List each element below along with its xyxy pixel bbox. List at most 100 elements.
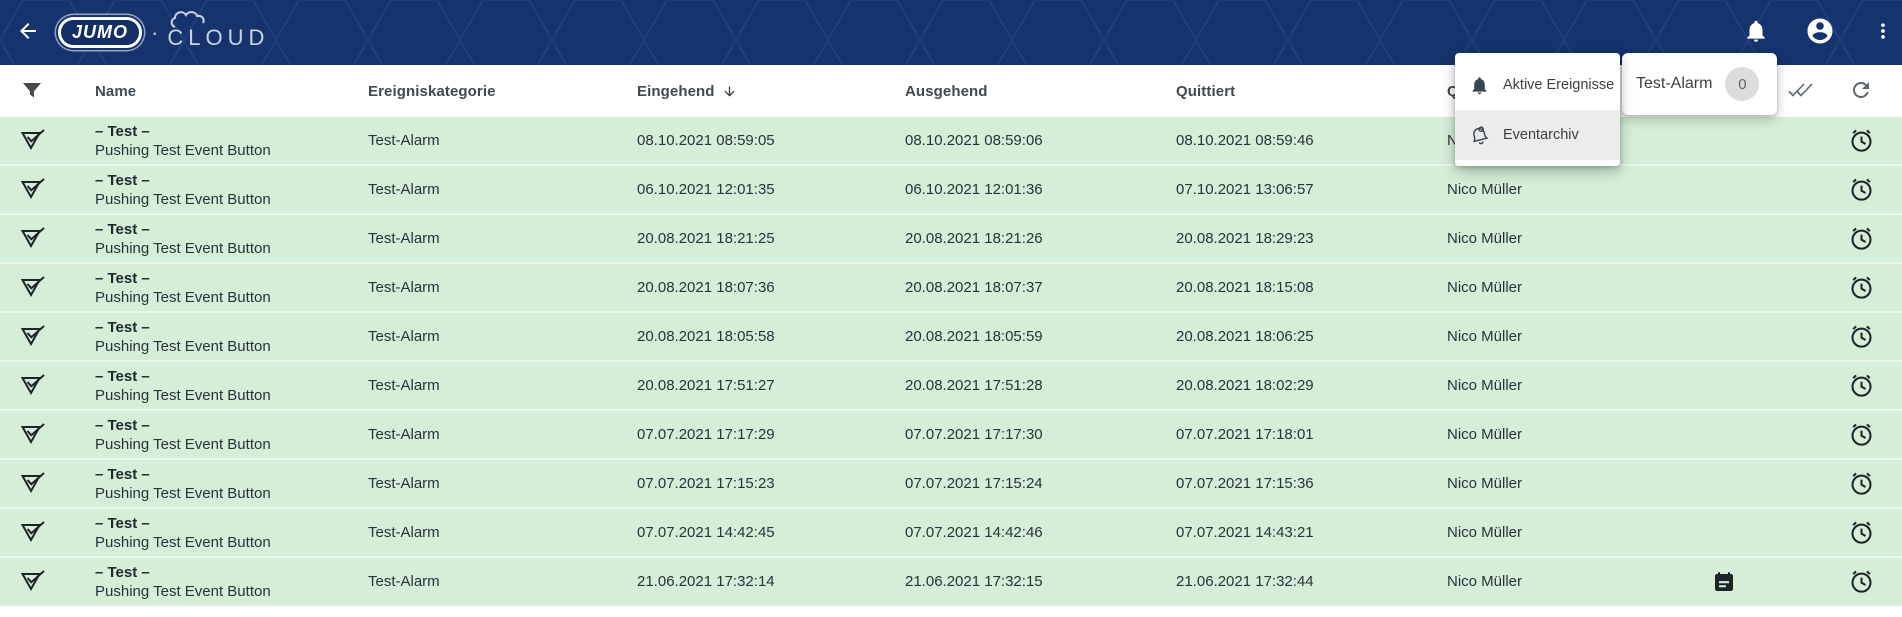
event-description: Pushing Test Event Button	[95, 484, 271, 503]
column-header-category[interactable]: Ereigniskategorie	[368, 65, 496, 117]
alarm-clock-icon[interactable]	[1848, 411, 1878, 458]
event-category: Test-Alarm	[368, 411, 440, 458]
alarm-clock-icon[interactable]	[1848, 558, 1878, 605]
category-filter-popup: Test-Alarm 0	[1622, 53, 1777, 115]
event-category: Test-Alarm	[368, 166, 440, 213]
event-outgoing-time: 07.07.2021 17:17:30	[905, 411, 1043, 458]
event-name-cell: – Test – Pushing Test Event Button	[95, 117, 271, 164]
event-state-triangle-check-icon	[19, 264, 49, 311]
arrow-left-icon	[16, 19, 40, 46]
event-description: Pushing Test Event Button	[95, 190, 271, 209]
event-state-triangle-check-icon	[19, 509, 49, 556]
column-header-name[interactable]: Name	[95, 65, 136, 117]
table-row[interactable]: – Test – Pushing Test Event Button Test-…	[0, 264, 1902, 313]
table-row[interactable]: – Test – Pushing Test Event Button Test-…	[0, 509, 1902, 558]
event-acknowledged-time: 07.10.2021 13:06:57	[1176, 166, 1314, 213]
event-title: – Test –	[95, 318, 150, 337]
table-row[interactable]: – Test – Pushing Test Event Button Test-…	[0, 362, 1902, 411]
event-description: Pushing Test Event Button	[95, 582, 271, 601]
calendar-icon[interactable]	[1712, 558, 1740, 605]
event-title: – Test –	[95, 563, 150, 582]
event-acknowledged-time: 07.07.2021 17:15:36	[1176, 460, 1314, 507]
brand-separator: ·	[151, 20, 158, 46]
event-name-cell: – Test – Pushing Test Event Button	[95, 509, 271, 556]
event-name-cell: – Test – Pushing Test Event Button	[95, 460, 271, 507]
event-acknowledged-by: Nico Müller	[1447, 411, 1522, 458]
event-outgoing-time: 20.08.2021 18:07:37	[905, 264, 1043, 311]
event-acknowledged-time: 08.10.2021 08:59:46	[1176, 117, 1314, 164]
category-chip-label[interactable]: Test-Alarm	[1636, 75, 1712, 93]
table-row[interactable]: – Test – Pushing Test Event Button Test-…	[0, 460, 1902, 509]
menu-item-active-events[interactable]: Aktive Ereignisse	[1455, 60, 1620, 110]
event-title: – Test –	[95, 465, 150, 484]
event-name-cell: – Test – Pushing Test Event Button	[95, 313, 271, 360]
event-state-triangle-check-icon	[19, 558, 49, 605]
event-name-cell: – Test – Pushing Test Event Button	[95, 264, 271, 311]
filter-button[interactable]	[20, 79, 44, 103]
event-acknowledged-time: 20.08.2021 18:02:29	[1176, 362, 1314, 409]
account-button[interactable]	[1802, 0, 1838, 65]
column-header-incoming[interactable]: Eingehend	[637, 65, 737, 117]
event-title: – Test –	[95, 367, 150, 386]
event-acknowledged-time: 20.08.2021 18:29:23	[1176, 215, 1314, 262]
cloud-wordmark: CLOUD	[167, 15, 269, 51]
event-title: – Test –	[95, 220, 150, 239]
acknowledge-all-button[interactable]	[1780, 75, 1820, 107]
event-incoming-time: 06.10.2021 12:01:35	[637, 166, 775, 213]
column-header-acknowledged[interactable]: Quittiert	[1176, 65, 1235, 117]
refresh-button[interactable]	[1841, 75, 1881, 107]
event-acknowledged-time: 20.08.2021 18:15:08	[1176, 264, 1314, 311]
category-count-badge: 0	[1725, 67, 1759, 101]
table-row[interactable]: – Test – Pushing Test Event Button Test-…	[0, 411, 1902, 460]
more-menu-button[interactable]	[1868, 0, 1898, 65]
table-row[interactable]: – Test – Pushing Test Event Button Test-…	[0, 313, 1902, 362]
event-incoming-time: 20.08.2021 18:07:36	[637, 264, 775, 311]
event-state-triangle-check-icon	[19, 411, 49, 458]
table-row[interactable]: – Test – Pushing Test Event Button Test-…	[0, 215, 1902, 264]
alarm-clock-icon[interactable]	[1848, 215, 1878, 262]
event-category: Test-Alarm	[368, 264, 440, 311]
event-state-triangle-check-icon	[19, 460, 49, 507]
event-category: Test-Alarm	[368, 117, 440, 164]
event-name-cell: – Test – Pushing Test Event Button	[95, 215, 271, 262]
event-state-triangle-check-icon	[19, 117, 49, 164]
event-description: Pushing Test Event Button	[95, 386, 271, 405]
event-incoming-time: 07.07.2021 14:42:45	[637, 509, 775, 556]
back-button[interactable]	[8, 0, 48, 65]
alarm-clock-icon[interactable]	[1848, 117, 1878, 164]
cloud-icon	[169, 6, 215, 33]
table-body: – Test – Pushing Test Event Button Test-…	[0, 117, 1902, 607]
event-state-triangle-check-icon	[19, 215, 49, 262]
event-description: Pushing Test Event Button	[95, 141, 271, 160]
event-acknowledged-by: Nico Müller	[1447, 166, 1522, 213]
table-row[interactable]: – Test – Pushing Test Event Button Test-…	[0, 558, 1902, 607]
brand-logo: JUMO · CLOUD	[58, 0, 269, 65]
alarm-clock-icon[interactable]	[1848, 460, 1878, 507]
event-outgoing-time: 20.08.2021 17:51:28	[905, 362, 1043, 409]
event-name-cell: – Test – Pushing Test Event Button	[95, 411, 271, 458]
event-title: – Test –	[95, 122, 150, 141]
event-category: Test-Alarm	[368, 558, 440, 605]
event-incoming-time: 20.08.2021 18:21:25	[637, 215, 775, 262]
table-row[interactable]: – Test – Pushing Test Event Button Test-…	[0, 166, 1902, 215]
event-acknowledged-by: Nico Müller	[1447, 215, 1522, 262]
alarm-clock-icon[interactable]	[1848, 264, 1878, 311]
event-acknowledged-by: Nico Müller	[1447, 509, 1522, 556]
alarm-clock-icon[interactable]	[1848, 509, 1878, 556]
double-check-icon	[1785, 78, 1815, 105]
alarm-clock-icon[interactable]	[1848, 166, 1878, 213]
sort-descending-icon	[722, 84, 737, 99]
event-category: Test-Alarm	[368, 313, 440, 360]
alarm-clock-icon[interactable]	[1848, 362, 1878, 409]
alarm-clock-icon[interactable]	[1848, 313, 1878, 360]
column-header-outgoing[interactable]: Ausgehend	[905, 65, 988, 117]
event-category: Test-Alarm	[368, 362, 440, 409]
event-acknowledged-time: 20.08.2021 18:06:25	[1176, 313, 1314, 360]
event-description: Pushing Test Event Button	[95, 288, 271, 307]
event-outgoing-time: 21.06.2021 17:32:15	[905, 558, 1043, 605]
menu-item-event-archive[interactable]: Eventarchiv	[1455, 110, 1620, 160]
event-acknowledged-by: Nico Müller	[1447, 558, 1522, 605]
event-category: Test-Alarm	[368, 460, 440, 507]
event-acknowledged-time: 21.06.2021 17:32:44	[1176, 558, 1314, 605]
event-name-cell: – Test – Pushing Test Event Button	[95, 362, 271, 409]
